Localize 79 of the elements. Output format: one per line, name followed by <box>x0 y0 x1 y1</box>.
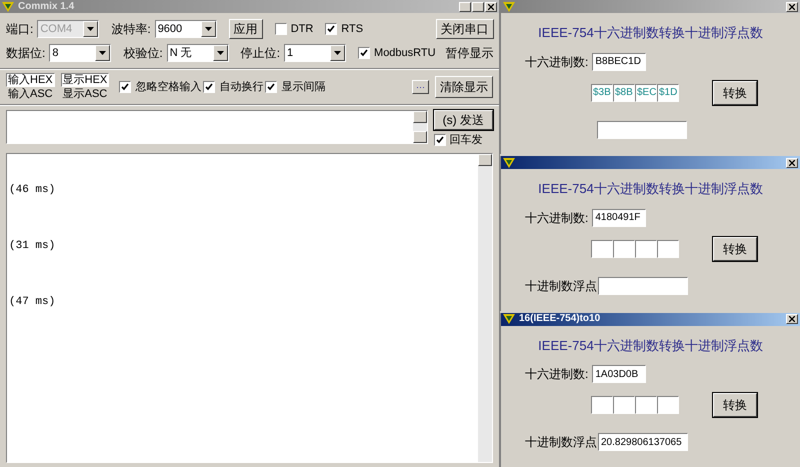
byte-field <box>635 240 657 258</box>
checkbox[interactable]: 自动换行 <box>203 78 264 96</box>
check-icon <box>360 49 368 57</box>
byte-field: $1D <box>657 84 679 102</box>
decimal-output-field[interactable] <box>597 120 687 138</box>
dropdown[interactable]: 8 <box>49 44 112 62</box>
log-line: (47 ms) <box>9 296 56 308</box>
field-label: 十进制数浮点 <box>525 434 597 452</box>
push-button[interactable]: 应用 <box>228 19 263 39</box>
dropdown[interactable]: N 无 <box>166 44 229 62</box>
checkbox[interactable]: RTS <box>325 20 364 38</box>
converter-heading: IEEE-754十六进制数转换十进制浮点数 <box>537 24 764 42</box>
check-icon <box>205 83 214 91</box>
field-label: 数据位: <box>6 45 46 62</box>
check-icon <box>267 83 276 91</box>
hex-input-field[interactable]: B8BEC1D <box>592 52 646 70</box>
byte-field <box>613 240 635 258</box>
push-button[interactable]: 关闭串口 <box>436 19 494 39</box>
mode-toggle[interactable]: 输入ASC <box>6 87 55 101</box>
more-button[interactable]: ··· <box>412 80 429 94</box>
byte-field <box>591 396 613 414</box>
clear-display-button[interactable]: 清除显示 <box>435 76 493 98</box>
converter-heading: IEEE-754十六进制数转换十进制浮点数 <box>537 180 764 198</box>
close-icon[interactable] <box>485 2 497 12</box>
app-icon <box>503 2 515 12</box>
byte-field <box>635 396 657 414</box>
checkbox[interactable]: 显示间隔 <box>265 78 326 96</box>
scrollbar[interactable] <box>478 154 492 462</box>
dropdown[interactable]: 9600 <box>154 20 217 38</box>
app-icon <box>2 2 14 12</box>
byte-field <box>657 396 679 414</box>
checkbox[interactable]: 忽略空格输入 <box>119 78 202 96</box>
field-label: 端口: <box>6 21 34 38</box>
checkbox[interactable]: 回车发 <box>434 132 493 148</box>
pause-display-label[interactable]: 暂停显示 <box>446 44 494 62</box>
convert-button[interactable]: 转换 <box>713 80 757 104</box>
field-label: 十进制数浮点 <box>525 278 597 295</box>
check-icon <box>436 136 444 144</box>
field-label: 十六进制数: <box>525 54 588 70</box>
checkbox[interactable]: ModbusRTU <box>358 44 436 62</box>
app-icon <box>503 158 515 168</box>
byte-field <box>613 396 635 414</box>
mode-toggle[interactable]: 输入HEX <box>6 73 55 87</box>
maximize-icon[interactable] <box>472 2 484 12</box>
log-line: (31 ms) <box>9 240 56 252</box>
check-icon <box>327 25 336 33</box>
checkbox[interactable]: DTR <box>274 20 314 38</box>
byte-field <box>591 240 613 258</box>
convert-button[interactable]: 转换 <box>713 393 757 418</box>
mode-toggle[interactable]: 显示ASC <box>60 87 110 101</box>
send-button[interactable]: (s) 发送 <box>434 110 493 130</box>
hex-input-field[interactable]: 1A03D0B <box>592 365 646 384</box>
field-label: 波特率: <box>111 21 151 38</box>
convert-button[interactable]: 转换 <box>713 236 757 261</box>
app-icon <box>503 314 515 324</box>
log-line: (46 ms) <box>9 184 56 196</box>
close-icon[interactable] <box>786 158 798 168</box>
scrollbar[interactable] <box>412 111 427 143</box>
converter-heading: IEEE-754十六进制数转换十进制浮点数 <box>537 336 764 355</box>
decimal-output-field[interactable]: 20.829806137065 <box>598 433 688 452</box>
byte-field <box>657 240 679 258</box>
field-label: 十六进制数: <box>525 210 588 227</box>
byte-field: $8B <box>613 84 635 102</box>
window-title: 16(IEEE-754)to10 <box>519 314 600 324</box>
minimize-icon[interactable] <box>459 2 471 12</box>
byte-field: $3B <box>591 84 613 102</box>
close-icon[interactable] <box>786 2 798 12</box>
field-label: 十六进制数: <box>525 366 588 384</box>
dropdown[interactable]: 1 <box>284 44 346 62</box>
byte-field: $EC <box>635 84 657 102</box>
decimal-output-field[interactable] <box>598 276 688 295</box>
hex-input-field[interactable]: 4180491F <box>592 208 646 227</box>
send-input-field[interactable] <box>6 110 428 144</box>
window-title: Commix 1.4 <box>18 2 74 12</box>
field-label: 校验位: <box>123 45 163 62</box>
close-icon[interactable] <box>786 314 798 324</box>
field-label: 停止位: <box>240 45 280 62</box>
mode-toggle[interactable]: 显示HEX <box>60 73 110 87</box>
check-icon <box>121 83 130 91</box>
